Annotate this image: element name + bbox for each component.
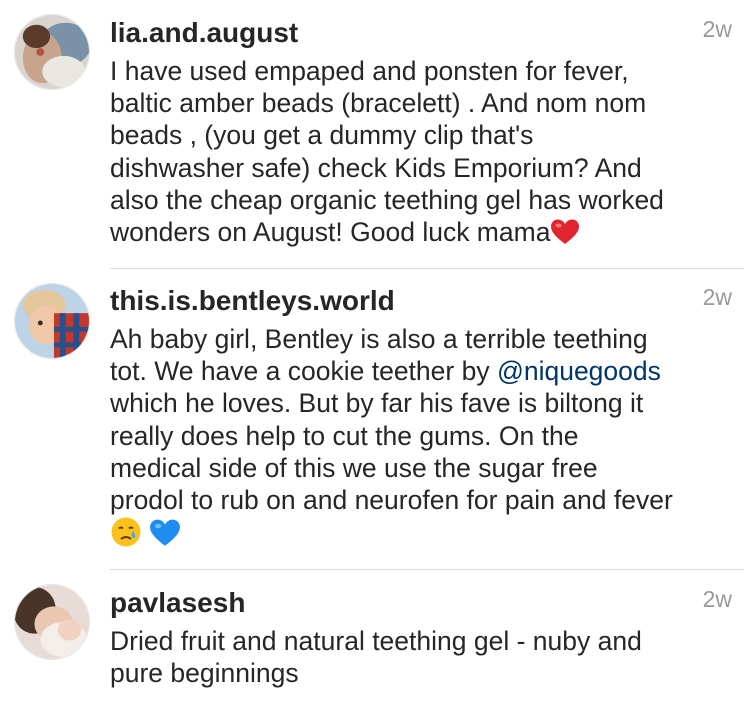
blue-heart-icon — [149, 518, 181, 555]
comment-text: Ah baby girl, Bentley is also a terrible… — [110, 323, 736, 555]
red-heart-icon — [550, 218, 580, 253]
comment-body-after: which he loves. But by far his fave is b… — [110, 388, 673, 516]
comment-list: lia.and.august 2w I have used empaped an… — [0, 0, 744, 703]
avatar[interactable] — [14, 283, 90, 359]
comment-text: Dried fruit and natural teething gel - n… — [110, 626, 642, 689]
comment-timestamp: 2w — [702, 284, 732, 310]
comment-username[interactable]: this.is.bentleys.world — [110, 284, 395, 318]
avatar[interactable] — [14, 14, 90, 90]
comment-body: I have used empaped and ponsten for feve… — [110, 56, 664, 248]
comment-username[interactable]: lia.and.august — [110, 16, 298, 50]
divider — [110, 569, 744, 570]
comment-timestamp: 2w — [702, 16, 732, 42]
comment-text: I have used empaped and ponsten for feve… — [110, 55, 736, 253]
avatar[interactable] — [14, 584, 90, 660]
comment-username[interactable]: pavlasesh — [110, 586, 245, 620]
crying-face-icon — [110, 516, 142, 555]
divider — [110, 268, 744, 269]
comment-timestamp: 2w — [702, 586, 732, 612]
user-mention-link[interactable]: @niquegoods — [497, 356, 661, 386]
